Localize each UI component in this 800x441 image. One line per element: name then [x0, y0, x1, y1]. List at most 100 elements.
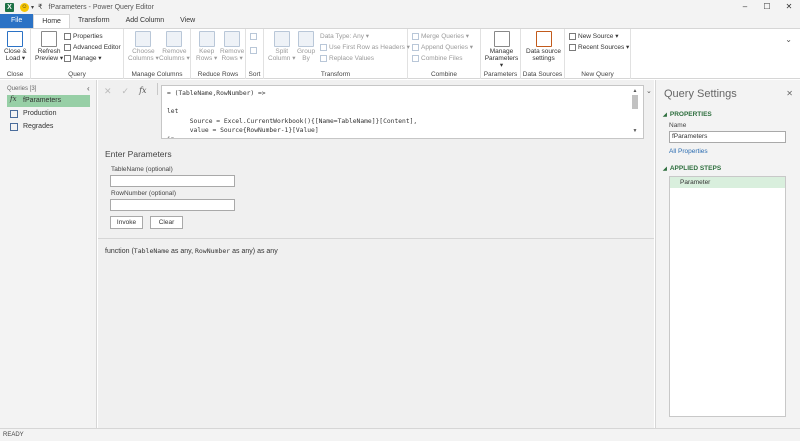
scroll-down-icon[interactable]: ▼: [630, 128, 640, 134]
window-title: fParameters - Power Query Editor: [48, 3, 154, 11]
quick-access-customize-icon[interactable]: ₹: [38, 3, 42, 11]
merge-queries-button[interactable]: Merge Queries ▾: [412, 32, 469, 41]
group-close: Close & Load ▾ Close: [0, 29, 31, 79]
tab-view[interactable]: View: [172, 14, 203, 28]
fx-icon[interactable]: fx: [139, 86, 146, 97]
advanced-editor-button[interactable]: Advanced Editor: [64, 43, 121, 52]
maximize-button[interactable]: ☐: [756, 0, 778, 14]
group-label-manage-columns: Manage Columns: [131, 71, 183, 78]
manage-parameters-button[interactable]: Manage Parameters ▾: [483, 31, 520, 69]
formula-bar: ✕ ✓ fx = (TableName,RowNumber) => let So…: [98, 80, 654, 141]
keep-rows-button[interactable]: Keep Rows ▾: [196, 31, 217, 62]
scroll-up-icon[interactable]: ▲: [630, 88, 640, 94]
recent-sources-icon: [569, 44, 576, 51]
queries-pane: Queries [3] ‹ fx fParameters Production …: [0, 80, 97, 428]
sort-descending-button[interactable]: [250, 47, 259, 54]
query-name-input[interactable]: fParameters: [669, 131, 786, 143]
dropdown-arrow-icon[interactable]: ▾: [31, 4, 34, 11]
invoke-button[interactable]: Invoke: [110, 216, 143, 229]
collapse-pane-icon[interactable]: ‹: [87, 84, 90, 93]
group-transform: Split Column ▾ Group By Data Type: Any ▾…: [264, 29, 410, 79]
group-by-button[interactable]: Group By: [297, 31, 315, 62]
merge-queries-icon: [412, 33, 419, 40]
close-button[interactable]: ✕: [778, 0, 800, 14]
group-data-sources: Data source settings Data Sources: [521, 29, 565, 79]
rownumber-input[interactable]: [110, 199, 235, 211]
query-item-regrades[interactable]: Regrades: [7, 121, 90, 133]
remove-columns-button[interactable]: Remove Columns ▾: [159, 31, 190, 62]
sort-ascending-button[interactable]: [250, 33, 259, 40]
confirm-icon[interactable]: ✓: [122, 86, 130, 97]
clear-button[interactable]: Clear: [150, 216, 183, 229]
close-icon[interactable]: ✕: [786, 89, 793, 98]
replace-values-button[interactable]: Replace Values: [320, 54, 374, 63]
query-item-fparameters[interactable]: fx fParameters: [7, 95, 90, 107]
applied-step-item[interactable]: Parameter: [670, 177, 785, 188]
refresh-preview-button[interactable]: Refresh Preview ▾: [35, 31, 63, 62]
manage-button[interactable]: Manage ▾: [64, 54, 102, 63]
rownumber-label: RowNumber (optional): [111, 190, 177, 197]
keep-rows-icon: [198, 31, 215, 47]
combine-files-icon: [412, 55, 419, 62]
recent-sources-button[interactable]: Recent Sources ▾: [569, 43, 629, 52]
formula-scrollbar[interactable]: ▲ ▼: [630, 88, 640, 138]
split-column-button[interactable]: Split Column ▾: [268, 31, 295, 62]
table-icon: [10, 123, 18, 131]
close-load-icon: [7, 31, 24, 47]
tab-file[interactable]: File: [0, 14, 34, 28]
group-label-parameters: Parameters: [483, 71, 518, 78]
group-label-reduce-rows: Reduce Rows: [197, 71, 239, 78]
group-label-query: Query: [68, 71, 86, 78]
applied-steps-section-header[interactable]: ◢ APPLIED STEPS: [663, 165, 721, 172]
all-properties-link[interactable]: All Properties: [669, 148, 708, 155]
main-area: ✕ ✓ fx = (TableName,RowNumber) => let So…: [98, 80, 654, 428]
use-first-row-headers-button[interactable]: Use First Row as Headers ▾: [320, 43, 410, 52]
smiley-feedback-icon[interactable]: ☺: [20, 2, 29, 12]
tab-home[interactable]: Home: [33, 14, 70, 28]
group-combine: Merge Queries ▾ Append Queries ▾ Combine…: [408, 29, 481, 79]
minimize-button[interactable]: –: [734, 0, 756, 14]
tablename-input[interactable]: [110, 175, 235, 187]
advanced-editor-icon: [64, 44, 71, 51]
group-label-combine: Combine: [430, 71, 457, 78]
tab-add-column[interactable]: Add Column: [118, 14, 173, 28]
table-icon: [10, 110, 18, 118]
formula-divider: [157, 83, 158, 95]
group-label-new-query: New Query: [581, 71, 614, 78]
query-item-production[interactable]: Production: [7, 108, 90, 120]
new-source-button[interactable]: New Source ▾: [569, 32, 618, 41]
close-and-load-button[interactable]: Close & Load ▾: [4, 31, 27, 62]
group-query: Refresh Preview ▾ Properties Advanced Ed…: [31, 29, 124, 79]
cancel-icon[interactable]: ✕: [104, 86, 112, 97]
scroll-thumb[interactable]: [632, 95, 638, 109]
remove-rows-button[interactable]: Remove Rows ▾: [220, 31, 244, 62]
group-label-sort: Sort: [248, 71, 261, 78]
formula-input[interactable]: = (TableName,RowNumber) => let Source = …: [161, 85, 644, 139]
replace-values-icon: [320, 55, 327, 62]
sort-ascending-icon: [250, 33, 257, 40]
new-source-icon: [569, 33, 576, 40]
title-bar: X ☺ ▾ ₹ fParameters - Power Query Editor…: [0, 0, 800, 14]
properties-icon: [64, 33, 71, 40]
collapse-triangle-icon: ◢: [663, 112, 667, 118]
data-type-dropdown[interactable]: Data Type: Any ▾: [320, 32, 369, 41]
query-settings-title: Query Settings: [664, 88, 737, 100]
choose-columns-button[interactable]: Choose Columns ▾: [128, 31, 159, 62]
combine-files-button[interactable]: Combine Files: [412, 54, 463, 63]
append-queries-icon: [412, 44, 419, 51]
manage-icon: [64, 55, 71, 62]
properties-button[interactable]: Properties: [64, 32, 103, 41]
function-icon: fx: [10, 95, 17, 103]
data-source-settings-button[interactable]: Data source settings: [526, 31, 561, 62]
function-signature: function (TableName as any, RowNumber as…: [105, 247, 278, 255]
expand-formula-icon[interactable]: ⌄: [646, 87, 652, 95]
enter-parameters-title: Enter Parameters: [105, 149, 172, 159]
append-queries-button[interactable]: Append Queries ▾: [412, 43, 473, 52]
queries-header: Queries [3]: [7, 86, 37, 92]
collapse-triangle-icon: ◢: [663, 166, 667, 172]
split-column-icon: [273, 31, 290, 47]
properties-section-header[interactable]: ◢ PROPERTIES: [663, 111, 712, 118]
tab-transform[interactable]: Transform: [70, 14, 118, 28]
chevron-down-icon[interactable]: ⌄: [785, 35, 792, 44]
group-reduce-rows: Keep Rows ▾ Remove Rows ▾ Reduce Rows: [191, 29, 246, 79]
